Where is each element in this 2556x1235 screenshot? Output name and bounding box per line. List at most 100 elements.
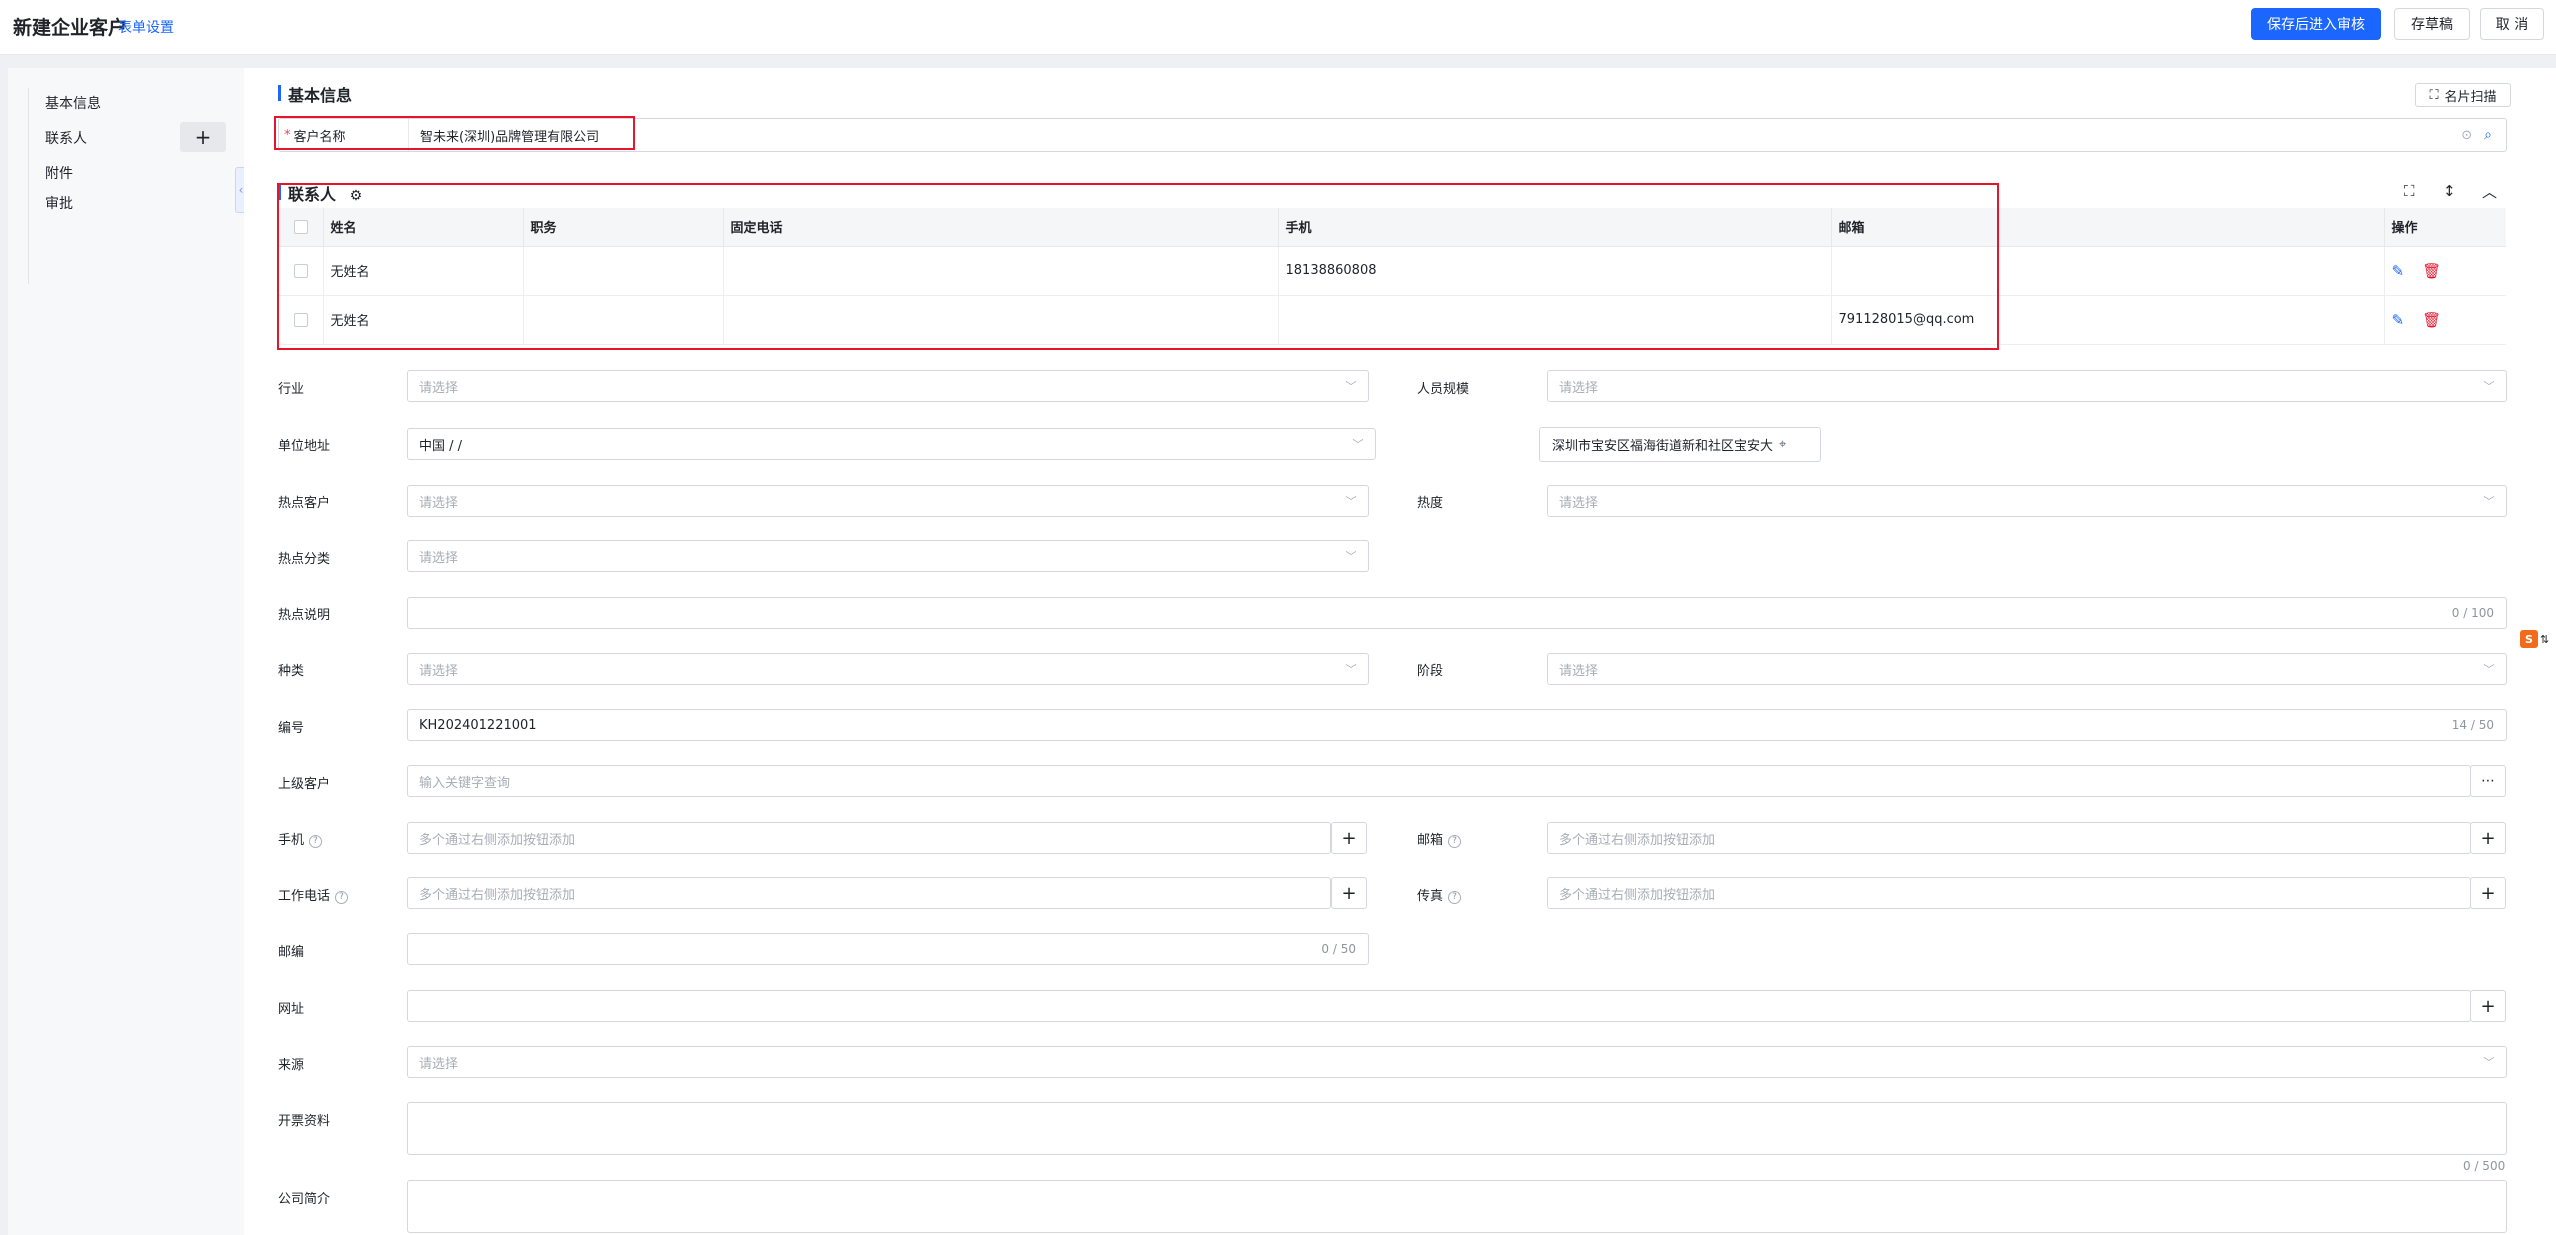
code-label: 编号 — [278, 721, 305, 736]
column-header-title: 职务 — [523, 208, 724, 247]
row-checkbox[interactable] — [293, 263, 308, 278]
staff-scale-label: 人员规模 — [1417, 382, 1470, 397]
sidebar-item-basic-info[interactable]: 基本信息 — [45, 93, 101, 113]
staff-scale-placeholder: 请选择 — [1559, 380, 1599, 396]
email-input[interactable]: 多个通过右侧添加按钮添加 — [1547, 822, 2471, 854]
address-label: 单位地址 — [278, 439, 331, 454]
cell-actions: ✎ 🗑 — [2384, 295, 2506, 345]
kind-select[interactable]: 请选择 ﹀ — [407, 653, 1369, 685]
code-value: KH202401221001 — [419, 717, 537, 733]
industry-placeholder: 请选择 — [419, 380, 459, 396]
edit-icon[interactable]: ✎ — [2392, 262, 2405, 280]
address-region-select[interactable]: 中国 / / ﹀ — [407, 428, 1376, 460]
hot-customer-placeholder: 请选择 — [419, 495, 459, 511]
stage-placeholder: 请选择 — [1559, 663, 1599, 679]
add-mobile-button[interactable]: + — [1331, 822, 1367, 854]
parent-customer-input[interactable]: 输入关键字查询 — [407, 765, 2471, 797]
delete-icon[interactable]: 🗑 — [2422, 311, 2441, 329]
add-email-button[interactable]: + — [2470, 822, 2506, 854]
help-icon[interactable]: ? — [335, 890, 349, 904]
chevron-down-icon: ﹀ — [2483, 495, 2495, 508]
floating-assistant-widget[interactable]: S ⇅ — [2520, 627, 2556, 651]
contacts-title: 联系人 — [288, 185, 337, 204]
add-contact-button[interactable]: + — [180, 122, 226, 152]
select-all-checkbox[interactable] — [293, 219, 308, 234]
chevron-down-icon: ﹀ — [1345, 495, 1357, 508]
industry-label: 行业 — [278, 382, 305, 397]
search-icon[interactable]: ⌕ — [2484, 127, 2492, 143]
help-icon[interactable]: ? — [309, 834, 323, 848]
customer-name-row: * 客户名称 智未来(深圳)品牌管理有限公司 ⊙ ⌕ — [278, 118, 2507, 152]
help-icon[interactable]: ? — [1448, 834, 1462, 848]
fullscreen-icon[interactable]: ⛶ — [2404, 182, 2415, 200]
help-icon[interactable]: ? — [1448, 890, 1462, 904]
sidebar-item-contacts[interactable]: 联系人 — [45, 128, 87, 148]
address-detail-value: 深圳市宝安区福海街道新和社区宝安大 — [1552, 439, 1774, 454]
work-phone-label: 工作电话? — [278, 885, 349, 904]
more-options-icon[interactable]: ⋯ — [2470, 765, 2506, 797]
delete-icon[interactable]: 🗑 — [2422, 262, 2441, 280]
heat-select[interactable]: 请选择 ﹀ — [1547, 485, 2507, 517]
verify-icon[interactable]: ⊙ — [2461, 128, 2472, 143]
hot-category-placeholder: 请选择 — [419, 550, 459, 566]
sidebar-item-attachments[interactable]: 附件 — [45, 163, 73, 183]
sidebar-item-approval[interactable]: 审批 — [45, 193, 73, 213]
add-fax-button[interactable]: + — [2470, 877, 2506, 909]
save-and-submit-button[interactable]: 保存后进入审核 — [2251, 8, 2381, 40]
table-row: 无姓名 18138860808 ✎ 🗑 — [279, 246, 2506, 296]
hot-desc-label: 热点说明 — [278, 608, 331, 623]
work-phone-input[interactable]: 多个通过右侧添加按钮添加 — [407, 877, 1331, 909]
cell-name: 无姓名 — [323, 295, 524, 345]
collapse-up-icon[interactable]: ︿ — [2482, 181, 2497, 202]
edit-icon[interactable]: ✎ — [2392, 311, 2405, 329]
save-draft-button[interactable]: 存草稿 — [2394, 8, 2470, 40]
mobile-input[interactable]: 多个通过右侧添加按钮添加 — [407, 822, 1331, 854]
cancel-button[interactable]: 取 消 — [2480, 8, 2544, 40]
column-header-mobile: 手机 — [1278, 208, 1832, 247]
website-label: 网址 — [278, 1002, 305, 1017]
company-intro-textarea[interactable] — [407, 1180, 2507, 1233]
fax-label: 传真? — [1417, 885, 1462, 904]
nav-divider-line — [28, 88, 29, 284]
staff-scale-select[interactable]: 请选择 ﹀ — [1547, 370, 2507, 402]
cell-actions: ✎ 🗑 — [2384, 246, 2506, 296]
parent-customer-label: 上级客户 — [278, 777, 331, 792]
stage-select[interactable]: 请选择 ﹀ — [1547, 653, 2507, 685]
add-work-phone-button[interactable]: + — [1331, 877, 1367, 909]
source-select[interactable]: 请选择 ﹀ — [407, 1046, 2507, 1078]
scan-business-card-button[interactable]: ⛶ 名片扫描 — [2415, 83, 2511, 107]
mobile-label: 手机? — [278, 829, 323, 848]
source-placeholder: 请选择 — [419, 1056, 459, 1072]
row-height-icon[interactable]: ↕ — [2443, 182, 2456, 200]
location-pin-icon[interactable]: ⌖ — [1779, 437, 1786, 452]
hot-category-select[interactable]: 请选择 ﹀ — [407, 540, 1369, 572]
work-phone-placeholder: 多个通过右侧添加按钮添加 — [419, 887, 576, 903]
settings-gear-icon[interactable]: ⚙ — [350, 188, 363, 204]
assistant-logo-icon: S — [2520, 630, 2538, 648]
scan-icon: ⛶ — [2429, 87, 2439, 103]
cell-mobile — [1278, 295, 1832, 345]
email-label: 邮箱? — [1417, 829, 1462, 848]
customer-name-input[interactable]: 智未来(深圳)品牌管理有限公司 — [409, 126, 2461, 145]
form-settings-link[interactable]: 表单设置 — [118, 17, 174, 37]
section-title-contacts: 联系人 ⚙ — [278, 181, 362, 205]
select-all-cell — [279, 208, 324, 247]
chevron-down-icon: ﹀ — [2483, 380, 2495, 393]
drag-handle-icon[interactable]: ⇅ — [2540, 633, 2549, 646]
address-detail-input[interactable]: 深圳市宝安区福海街道新和社区宝安大 ⌖ — [1539, 427, 1821, 462]
invoice-char-count: 0 / 500 — [2463, 1159, 2506, 1173]
address-region-value: 中国 / / — [419, 438, 463, 454]
hot-desc-input[interactable]: 0 / 100 — [407, 597, 2507, 629]
contacts-table: 姓名 职务 固定电话 手机 邮箱 操作 无姓名 18138860808 ✎ 🗑 … — [279, 208, 2506, 345]
column-header-actions: 操作 — [2384, 208, 2506, 247]
hot-customer-select[interactable]: 请选择 ﹀ — [407, 485, 1369, 517]
column-header-phone: 固定电话 — [723, 208, 1279, 247]
invoice-textarea[interactable] — [407, 1102, 2507, 1155]
row-checkbox[interactable] — [293, 312, 308, 327]
website-input[interactable] — [407, 990, 2471, 1022]
code-input[interactable]: KH202401221001 14 / 50 — [407, 709, 2507, 741]
industry-select[interactable]: 请选择 ﹀ — [407, 370, 1369, 402]
postcode-input[interactable]: 0 / 50 — [407, 933, 1369, 965]
fax-input[interactable]: 多个通过右侧添加按钮添加 — [1547, 877, 2471, 909]
add-website-button[interactable]: + — [2470, 990, 2506, 1022]
